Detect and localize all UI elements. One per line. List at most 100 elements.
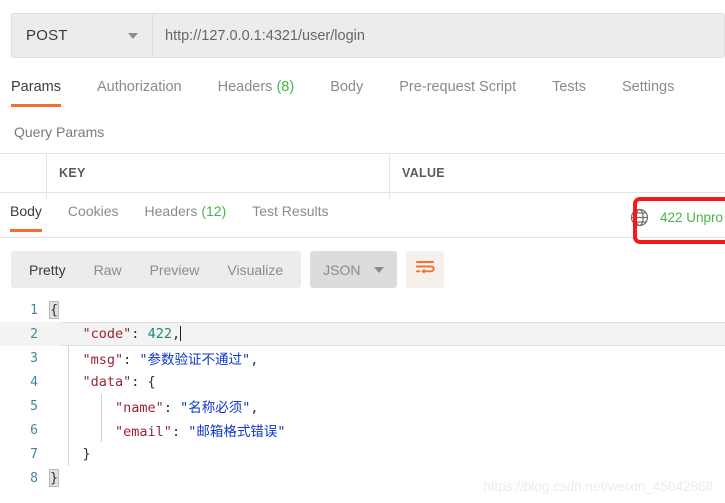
code-token-punct: } bbox=[50, 446, 91, 462]
response-tab-test-results[interactable]: Test Results bbox=[252, 200, 328, 232]
tab-pre-request-script[interactable]: Pre-request Script bbox=[399, 76, 516, 107]
chevron-down-icon bbox=[128, 33, 138, 39]
view-mode-pretty[interactable]: Pretty bbox=[15, 251, 80, 288]
text-cursor bbox=[180, 326, 181, 341]
postman-window: POST http://127.0.0.1:4321/user/login Pa… bbox=[0, 0, 725, 503]
code-text: "msg": "参数验证不通过", bbox=[50, 348, 258, 368]
request-url-input[interactable]: http://127.0.0.1:4321/user/login bbox=[153, 14, 724, 57]
code-text: "code": 422, bbox=[50, 326, 181, 342]
query-params-table-header: KEY VALUE bbox=[0, 153, 725, 193]
query-params-empty-row[interactable] bbox=[0, 193, 725, 199]
line-number: 8 bbox=[0, 471, 50, 486]
line-number: 2 bbox=[0, 327, 50, 342]
line-number: 1 bbox=[0, 303, 50, 318]
view-mode-raw[interactable]: Raw bbox=[80, 251, 136, 288]
code-text: "data": { bbox=[50, 374, 156, 390]
tab-params-label: Params bbox=[11, 79, 61, 95]
code-text: } bbox=[50, 470, 58, 486]
response-tab-headers-count: (12) bbox=[201, 203, 226, 219]
param-key-column-header: KEY bbox=[47, 154, 390, 192]
response-tab-bar: Body Cookies Headers (12) Test Results bbox=[0, 200, 725, 238]
tab-settings[interactable]: Settings bbox=[622, 76, 674, 107]
tab-settings-label: Settings bbox=[622, 79, 674, 95]
param-row-key-cell[interactable] bbox=[47, 193, 390, 199]
code-token-punct: , bbox=[250, 352, 258, 368]
code-line[interactable]: 7 } bbox=[0, 442, 725, 466]
code-line[interactable]: 5 "name": "名称必须", bbox=[0, 394, 725, 418]
tab-authorization-label: Authorization bbox=[97, 79, 182, 95]
word-wrap-icon bbox=[415, 259, 435, 280]
response-language-select[interactable]: JSON bbox=[310, 251, 396, 288]
response-status-badge: 422 Unpro bbox=[660, 210, 723, 225]
response-tab-cookies[interactable]: Cookies bbox=[68, 200, 119, 232]
code-line[interactable]: 6 "email": "邮箱格式错误" bbox=[0, 418, 725, 442]
code-line[interactable]: 4 "data": { bbox=[0, 370, 725, 394]
globe-icon bbox=[630, 208, 649, 227]
line-number: 5 bbox=[0, 399, 50, 414]
response-tab-headers[interactable]: Headers (12) bbox=[145, 200, 227, 232]
view-mode-pretty-label: Pretty bbox=[29, 262, 66, 278]
code-token-punct: : bbox=[131, 326, 147, 342]
tab-tests-label: Tests bbox=[552, 79, 586, 95]
code-token-key: "email" bbox=[115, 424, 172, 440]
code-token-num: 422 bbox=[148, 326, 172, 342]
code-line[interactable]: 1{ bbox=[0, 298, 725, 322]
param-key-header-label: KEY bbox=[59, 166, 86, 180]
view-mode-preview[interactable]: Preview bbox=[136, 251, 214, 288]
tab-authorization[interactable]: Authorization bbox=[97, 76, 182, 107]
view-mode-raw-label: Raw bbox=[94, 262, 122, 278]
tab-tests[interactable]: Tests bbox=[552, 76, 586, 107]
param-row-value-cell[interactable] bbox=[390, 193, 725, 199]
code-line[interactable]: 3 "msg": "参数验证不通过", bbox=[0, 346, 725, 370]
tab-params[interactable]: Params bbox=[11, 76, 61, 107]
response-format-toolbar: Pretty Raw Preview Visualize JSON bbox=[11, 251, 444, 288]
response-body-editor[interactable]: 1{2 "code": 422,3 "msg": "参数验证不通过",4 "da… bbox=[0, 298, 725, 503]
param-value-column-header: VALUE bbox=[390, 154, 725, 192]
code-token-brace: { bbox=[50, 302, 58, 318]
code-token-punct bbox=[50, 424, 115, 440]
code-token-punct: : bbox=[172, 424, 188, 440]
code-token-key: "code" bbox=[83, 326, 132, 342]
http-method-select[interactable]: POST bbox=[12, 14, 153, 57]
code-token-key: "data" bbox=[83, 374, 132, 390]
line-number: 6 bbox=[0, 423, 50, 438]
code-lines-container: 1{2 "code": 422,3 "msg": "参数验证不通过",4 "da… bbox=[0, 298, 725, 490]
request-tabs: Params Authorization Headers (8) Body Pr… bbox=[11, 76, 725, 114]
param-value-header-label: VALUE bbox=[402, 166, 445, 180]
code-line[interactable]: 2 "code": 422, bbox=[0, 322, 725, 346]
line-number: 4 bbox=[0, 375, 50, 390]
response-status-cluster: 422 Unpro bbox=[630, 208, 725, 227]
code-text: { bbox=[50, 302, 58, 318]
tab-body[interactable]: Body bbox=[330, 76, 363, 107]
word-wrap-button[interactable] bbox=[406, 251, 444, 288]
query-params-title: Query Params bbox=[14, 124, 104, 140]
code-text: "email": "邮箱格式错误" bbox=[50, 420, 285, 440]
code-token-punct: : bbox=[164, 400, 180, 416]
code-token-punct bbox=[50, 400, 115, 416]
code-token-punct bbox=[50, 374, 83, 390]
code-token-punct: , bbox=[172, 326, 180, 342]
view-mode-preview-label: Preview bbox=[150, 262, 200, 278]
tab-headers-label: Headers bbox=[218, 79, 273, 95]
param-row-checkbox-cell bbox=[0, 193, 47, 199]
code-token-punct: , bbox=[250, 400, 258, 416]
param-checkbox-column bbox=[0, 154, 47, 192]
response-tab-test-results-label: Test Results bbox=[252, 203, 328, 219]
view-mode-visualize[interactable]: Visualize bbox=[213, 251, 297, 288]
response-tab-headers-label: Headers bbox=[145, 203, 198, 219]
line-number: 7 bbox=[0, 447, 50, 462]
view-mode-visualize-label: Visualize bbox=[227, 262, 283, 278]
tab-headers[interactable]: Headers (8) bbox=[218, 76, 295, 107]
code-text: "name": "名称必须", bbox=[50, 396, 258, 416]
tab-headers-count: (8) bbox=[276, 79, 294, 95]
line-number: 3 bbox=[0, 351, 50, 366]
code-token-str: "名称必须" bbox=[180, 400, 250, 416]
chevron-down-icon bbox=[374, 267, 384, 273]
response-language-label: JSON bbox=[323, 262, 360, 278]
code-token-punct: : { bbox=[131, 374, 155, 390]
code-token-str: "参数验证不通过" bbox=[139, 352, 250, 368]
tab-pre-request-script-label: Pre-request Script bbox=[399, 79, 516, 95]
response-tab-body-label: Body bbox=[10, 203, 42, 219]
response-tab-body[interactable]: Body bbox=[10, 200, 42, 232]
code-token-str: "邮箱格式错误" bbox=[188, 424, 285, 440]
